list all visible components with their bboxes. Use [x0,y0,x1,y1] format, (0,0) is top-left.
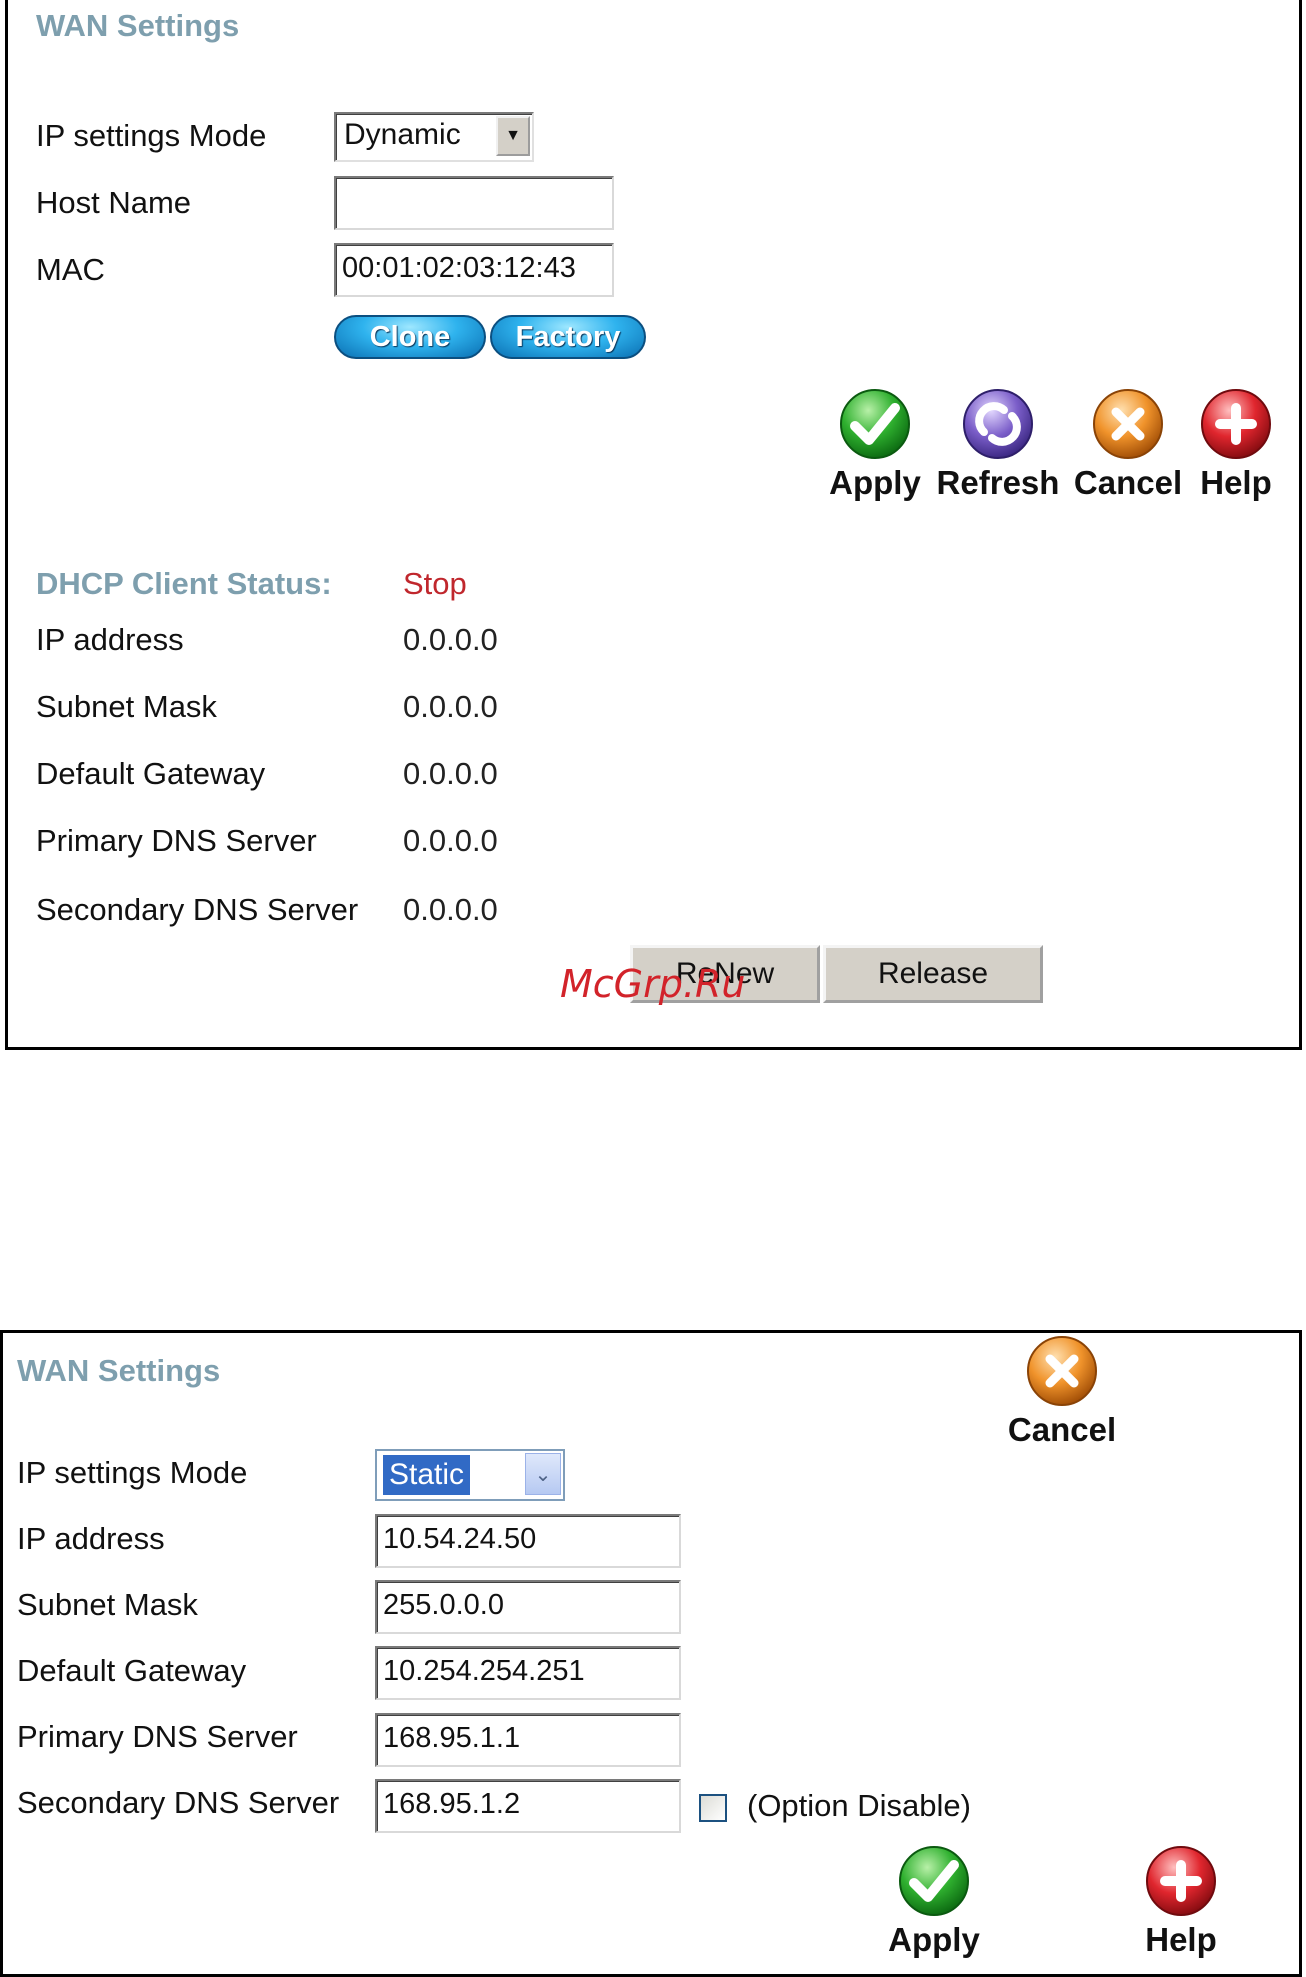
wan-settings-dynamic-panel: WAN Settings IP settings Mode Dynamic ▼ … [5,0,1302,1050]
help-label: Help [1145,1921,1217,1958]
ip-mode-selected-value: Static [381,1454,472,1496]
mac-label: MAC [36,252,105,287]
host-name-input[interactable] [334,176,614,230]
status-value-secondary-dns: 0.0.0.0 [403,892,498,927]
status-label-subnet-mask: Subnet Mask [36,689,217,724]
cancel-label: Cancel [1073,464,1183,501]
default-gateway-input[interactable]: 10.254.254.251 [375,1646,681,1700]
status-label-primary-dns: Primary DNS Server [36,823,317,858]
dhcp-status-value: Stop [403,566,467,601]
apply-button[interactable]: Apply [879,1843,989,1959]
status-value-primary-dns: 0.0.0.0 [403,823,498,858]
check-icon [840,389,910,459]
apply-label: Apply [888,1921,980,1958]
dhcp-status-label: DHCP Client Status: [36,566,332,601]
watermark-text: McGrp.Ru [560,962,746,1006]
option-disable-label: (Option Disable) [747,1788,971,1823]
field-label-primary-dns: Primary DNS Server [17,1719,298,1754]
help-button[interactable]: Help [1133,1843,1229,1959]
field-label-default-gateway: Default Gateway [17,1653,247,1688]
help-button[interactable]: Help [1188,386,1284,502]
release-button[interactable]: Release [823,945,1043,1003]
cancel-x-icon [1027,1336,1097,1406]
status-value-subnet-mask: 0.0.0.0 [403,689,498,724]
field-label-subnet-mask: Subnet Mask [17,1587,198,1622]
subnet-mask-input[interactable]: 255.0.0.0 [375,1580,681,1634]
page-title: WAN Settings [17,1353,221,1388]
refresh-button[interactable]: Refresh [933,386,1063,502]
wan-settings-static-panel: WAN Settings IP settings Mode Static ⌄ I… [0,1330,1302,1977]
cancel-x-icon [1093,389,1163,459]
factory-button[interactable]: Factory [490,315,646,359]
ip-mode-label: IP settings Mode [36,118,267,153]
check-icon [899,1846,969,1916]
help-plus-icon [1146,1846,1216,1916]
refresh-icon [963,389,1033,459]
apply-label: Apply [829,464,921,501]
status-label-secondary-dns: Secondary DNS Server [36,892,359,927]
cancel-button[interactable]: Cancel [999,1333,1125,1449]
ip-mode-select[interactable]: Dynamic ▼ [334,112,534,162]
option-disable-checkbox[interactable] [699,1794,727,1822]
status-value-default-gateway: 0.0.0.0 [403,756,498,791]
cancel-button[interactable]: Cancel [1068,386,1188,502]
help-plus-icon [1201,389,1271,459]
refresh-label: Refresh [936,464,1060,501]
ip-mode-selected-value: Dynamic [344,118,461,151]
field-label-ip-address: IP address [17,1521,165,1556]
ip-address-input[interactable]: 10.54.24.50 [375,1514,681,1568]
chevron-down-icon[interactable]: ▼ [496,116,530,156]
secondary-dns-input[interactable]: 168.95.1.2 [375,1779,681,1833]
page-title: WAN Settings [36,8,240,43]
status-value-ip-address: 0.0.0.0 [403,622,498,657]
apply-button[interactable]: Apply [820,386,930,502]
ip-mode-label: IP settings Mode [17,1455,248,1490]
field-label-secondary-dns: Secondary DNS Server [17,1785,340,1820]
host-name-label: Host Name [36,185,192,220]
chevron-down-icon[interactable]: ⌄ [525,1453,561,1495]
cancel-label: Cancel [1007,1411,1117,1448]
clone-button[interactable]: Clone [334,315,486,359]
help-label: Help [1200,464,1272,501]
primary-dns-input[interactable]: 168.95.1.1 [375,1713,681,1767]
mac-input[interactable]: 00:01:02:03:12:43 [334,243,614,297]
ip-mode-select[interactable]: Static ⌄ [375,1449,565,1501]
status-label-ip-address: IP address [36,622,184,657]
status-label-default-gateway: Default Gateway [36,756,266,791]
